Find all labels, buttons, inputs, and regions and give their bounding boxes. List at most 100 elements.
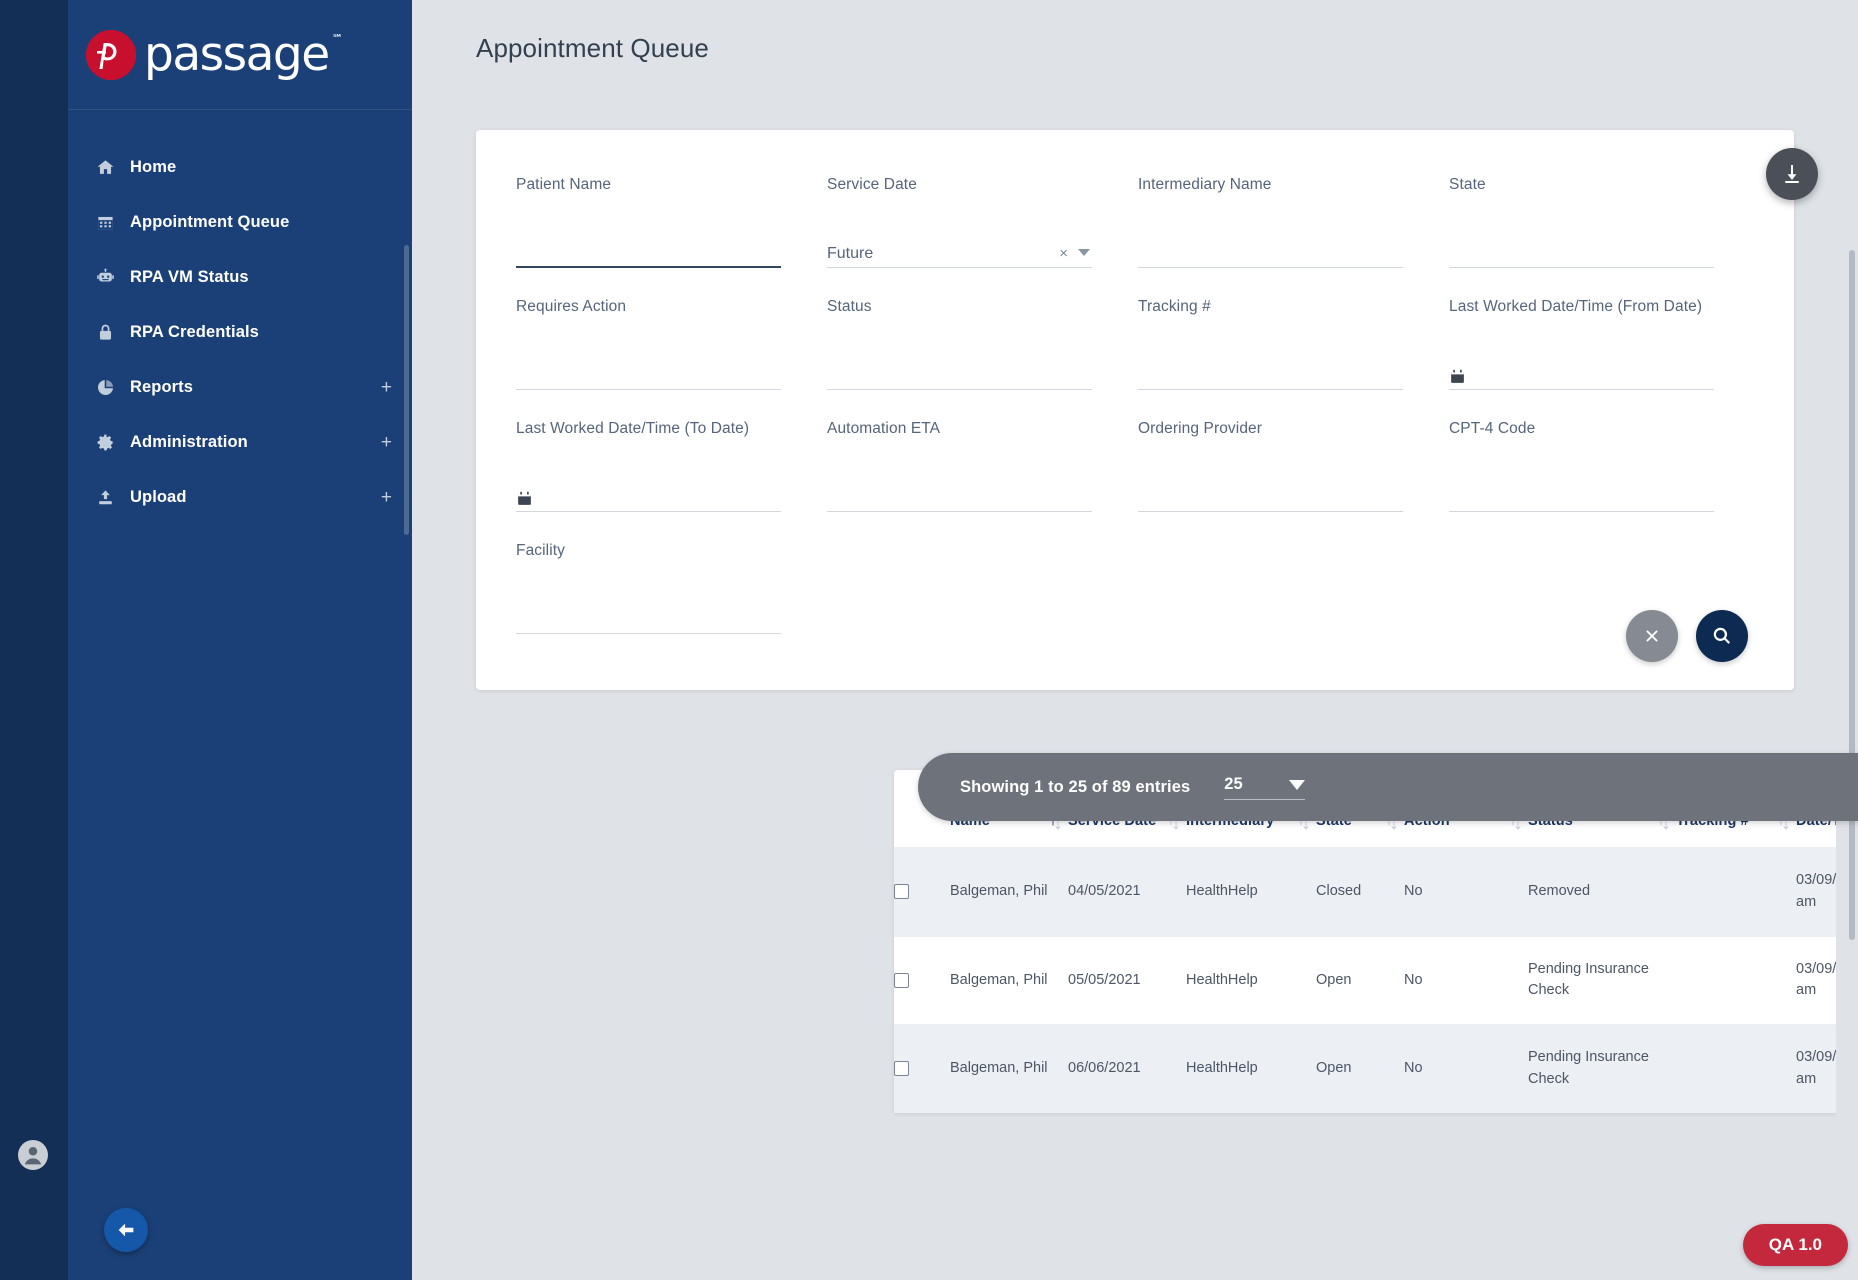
sidebar-item-appointment-queue[interactable]: Appointment Queue: [68, 195, 412, 250]
intermediary-name-input[interactable]: [1138, 234, 1403, 268]
search-button[interactable]: [1696, 610, 1748, 662]
field-value: [1138, 263, 1403, 267]
row-checkbox[interactable]: [894, 884, 909, 900]
cell-state: Open: [1316, 1024, 1404, 1113]
automation-eta-input[interactable]: [827, 478, 1092, 512]
expand-icon[interactable]: +: [381, 433, 392, 452]
row-checkbox[interactable]: [894, 1061, 909, 1077]
filter-field-last-worked-from: Last Worked Date/Time (From Date): [1449, 298, 1760, 420]
filter-field-patient-name: Patient Name: [516, 176, 827, 298]
cell-patient-name: Balgeman, Phil: [950, 847, 1068, 937]
field-value: [1449, 507, 1714, 511]
state-input[interactable]: [1449, 234, 1714, 268]
ordering-provider-input[interactable]: [1138, 478, 1403, 512]
app-root: passage ℠ Home Appointment Queue RPA VM S: [0, 0, 1858, 1280]
filter-field-automation-eta: Automation ETA: [827, 420, 1138, 542]
filter-field-requires-action: Requires Action: [516, 298, 827, 420]
sidebar-item-upload[interactable]: Upload +: [68, 470, 412, 525]
cell-patient-name: Balgeman, Phil: [950, 935, 1068, 1025]
filter-field-ordering-provider: Ordering Provider: [1138, 420, 1449, 542]
main-scrollbar[interactable]: [1849, 250, 1855, 940]
sidebar-item-label: Reports: [130, 378, 194, 396]
cell-tracking: [1676, 1024, 1796, 1113]
collapse-sidebar-button[interactable]: [104, 1208, 148, 1252]
sidebar-item-home[interactable]: Home: [68, 140, 412, 195]
filter-panel: Patient Name Service Date Future × Inter…: [476, 130, 1818, 690]
filter-field-facility: Facility: [516, 542, 827, 664]
calendar-icon[interactable]: [516, 490, 533, 507]
filter-field-intermediary-name: Intermediary Name: [1138, 176, 1449, 298]
calendar-icon[interactable]: [1449, 368, 1466, 385]
chevron-down-icon: [1288, 779, 1305, 790]
patient-name-input[interactable]: [516, 234, 781, 268]
cell-state: Closed: [1316, 847, 1404, 937]
field-label: State: [1449, 176, 1486, 193]
gear-icon: [96, 433, 130, 452]
field-label: Last Worked Date/Time (From Date): [1449, 298, 1703, 315]
sidebar-item-administration[interactable]: Administration +: [68, 415, 412, 470]
cell-requires-action: No: [1404, 935, 1528, 1025]
close-icon: [1646, 630, 1658, 642]
cell-service-date: 06/06/2021: [1068, 1024, 1186, 1113]
last-worked-to-date-input[interactable]: [516, 478, 781, 512]
lock-icon: [96, 323, 130, 342]
field-value: [1449, 263, 1714, 267]
appointments-table-card: Patient Name Service Date: [894, 770, 1858, 1113]
table-row[interactable]: Balgeman, Phil 06/06/2021 HealthHelp Ope…: [894, 1024, 1858, 1113]
cell-intermediary: HealthHelp: [1186, 847, 1316, 937]
table-row[interactable]: Balgeman, Phil 05/05/2021 HealthHelp Ope…: [894, 935, 1858, 1025]
facility-input[interactable]: [516, 600, 781, 634]
field-label: CPT-4 Code: [1449, 420, 1536, 437]
expand-icon[interactable]: +: [381, 378, 392, 397]
field-value: [516, 629, 781, 633]
field-label: Intermediary Name: [1138, 176, 1272, 193]
field-label: Status: [827, 298, 872, 315]
field-value: [543, 507, 781, 511]
service-date-select[interactable]: Future ×: [827, 234, 1092, 268]
sidebar-item-label: Administration: [130, 433, 248, 451]
field-value: [1476, 385, 1714, 389]
table-toolbar: Showing 1 to 25 of 89 entries 25: [918, 753, 1858, 821]
sidebar-item-reports[interactable]: Reports +: [68, 360, 412, 415]
sidebar-item-rpa-credentials[interactable]: RPA Credentials: [68, 305, 412, 360]
brand-logo[interactable]: passage ℠: [68, 0, 412, 110]
filter-field-last-worked-to: Last Worked Date/Time (To Date): [516, 420, 827, 542]
table-row[interactable]: Balgeman, Phil 04/05/2021 HealthHelp Clo…: [894, 847, 1858, 937]
tracking-number-input[interactable]: [1138, 356, 1403, 390]
field-value: [1138, 385, 1403, 389]
sidebar-item-label: Appointment Queue: [130, 213, 290, 231]
download-button[interactable]: [1766, 148, 1818, 200]
sidebar-item-label: RPA VM Status: [130, 268, 249, 286]
field-label: Facility: [516, 542, 566, 559]
expand-icon[interactable]: +: [381, 488, 392, 507]
calendar-icon: [96, 213, 130, 232]
field-value: [516, 385, 781, 389]
sidebar: passage ℠ Home Appointment Queue RPA VM S: [68, 0, 412, 1280]
sidebar-item-rpa-vm-status[interactable]: RPA VM Status: [68, 250, 412, 305]
clear-selection-icon[interactable]: ×: [1059, 245, 1078, 267]
left-rail: [0, 0, 68, 1280]
row-checkbox-cell: [894, 847, 950, 937]
sidebar-scrollbar[interactable]: [404, 245, 409, 535]
cpt4-code-input[interactable]: [1449, 478, 1714, 512]
page-size-select[interactable]: 25: [1224, 775, 1305, 800]
search-icon: [1713, 627, 1731, 644]
cell-service-date: 04/05/2021: [1068, 847, 1186, 937]
status-input[interactable]: [827, 356, 1092, 390]
sidebar-item-label: Home: [130, 158, 177, 176]
clear-filters-button[interactable]: [1626, 610, 1678, 662]
filter-field-status: Status: [827, 298, 1138, 420]
user-account-icon[interactable]: [18, 1140, 48, 1170]
row-checkbox[interactable]: [894, 972, 909, 988]
brand-name: passage ℠: [144, 27, 343, 82]
filter-field-tracking-number: Tracking #: [1138, 298, 1449, 420]
cell-intermediary: HealthHelp: [1186, 1024, 1316, 1113]
table-body: Balgeman, Phil 04/05/2021 HealthHelp Clo…: [894, 847, 1858, 1113]
version-badge[interactable]: QA 1.0: [1742, 1224, 1848, 1266]
last-worked-from-date-input[interactable]: [1449, 356, 1714, 390]
field-value: Future: [827, 245, 874, 262]
home-icon: [96, 158, 130, 177]
chevron-down-icon[interactable]: [1078, 249, 1090, 256]
requires-action-input[interactable]: [516, 356, 781, 390]
field-value: [827, 507, 1092, 511]
